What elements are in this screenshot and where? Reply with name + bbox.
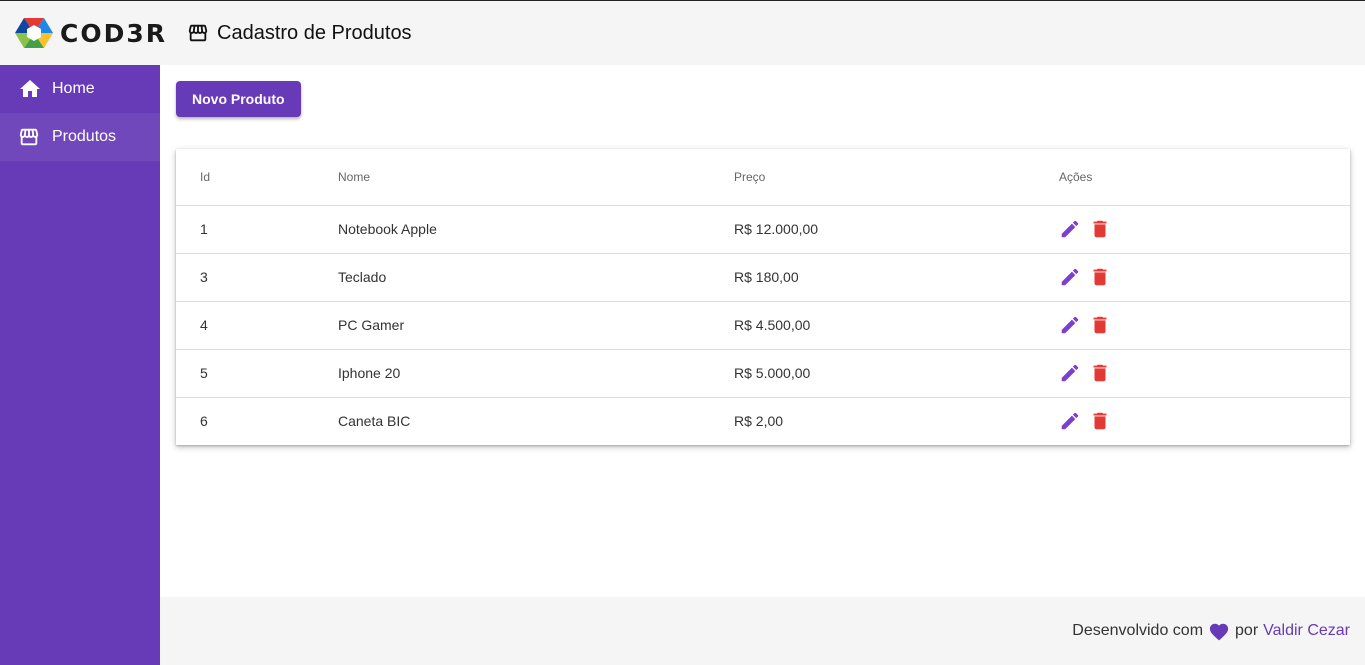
- column-header-preco: Preço: [710, 149, 1035, 206]
- page-header: Cadastro de Produtos: [187, 22, 412, 45]
- cell-id: 1: [176, 205, 314, 254]
- cell-preco: R$ 5.000,00: [710, 349, 1035, 398]
- cell-id: 3: [176, 253, 314, 302]
- delete-icon[interactable]: [1089, 266, 1111, 288]
- table-row: 4 PC Gamer R$ 4.500,00: [176, 301, 1350, 350]
- main-content: Novo Produto Id Nome Preço Ações 1 Notebo…: [160, 65, 1365, 597]
- delete-icon[interactable]: [1089, 410, 1111, 432]
- edit-icon[interactable]: [1059, 266, 1081, 288]
- column-header-acoes: Ações: [1035, 149, 1350, 206]
- delete-icon[interactable]: [1089, 218, 1111, 240]
- table-row: 3 Teclado R$ 180,00: [176, 253, 1350, 302]
- sidebar: Home Produtos: [0, 65, 160, 665]
- delete-icon[interactable]: [1089, 362, 1111, 384]
- heart-icon: [1208, 621, 1230, 641]
- logo[interactable]: COD3R: [14, 16, 167, 50]
- sidebar-item-label: Produtos: [52, 128, 117, 145]
- cell-nome: Iphone 20: [314, 349, 710, 398]
- page-title: Cadastro de Produtos: [217, 21, 412, 44]
- sidebar-item-label: Home: [52, 80, 95, 97]
- cell-preco: R$ 4.500,00: [710, 301, 1035, 350]
- delete-icon[interactable]: [1089, 314, 1111, 336]
- logo-text: COD3R: [60, 18, 167, 48]
- cell-nome: PC Gamer: [314, 301, 710, 350]
- table-row: 6 Caneta BIC R$ 2,00: [176, 397, 1350, 445]
- cell-preco: R$ 2,00: [734, 413, 784, 430]
- home-icon: [18, 77, 42, 101]
- cell-nome: Notebook Apple: [314, 205, 710, 254]
- edit-icon[interactable]: [1059, 362, 1081, 384]
- edit-icon[interactable]: [1059, 218, 1081, 240]
- edit-icon[interactable]: [1059, 410, 1081, 432]
- products-table: Id Nome Preço Ações 1 Notebook Apple R$ 12…: [176, 149, 1350, 445]
- cell-nome: Caneta BIC: [338, 413, 411, 430]
- cell-acoes: [1035, 397, 1350, 445]
- cell-preco: R$ 12.000,00: [710, 205, 1035, 254]
- storefront-icon: [18, 125, 42, 149]
- column-header-nome: Nome: [314, 149, 710, 206]
- column-header-id: Id: [176, 149, 314, 206]
- app-header: COD3R Cadastro de Produtos: [0, 0, 1365, 65]
- author-link[interactable]: Valdir Cezar: [1263, 622, 1350, 640]
- cell-acoes: [1035, 253, 1350, 302]
- cell-acoes: [1035, 349, 1350, 398]
- storefront-icon: [188, 24, 208, 42]
- table-header-row: Id Nome Preço Ações: [176, 149, 1350, 206]
- cell-id: 4: [176, 301, 314, 350]
- new-product-button[interactable]: Novo Produto: [176, 81, 301, 117]
- cell-acoes: [1035, 205, 1350, 254]
- footer-middle: por: [1235, 622, 1259, 639]
- sidebar-item-home[interactable]: Home: [0, 65, 160, 113]
- cell-id: 6: [200, 413, 208, 430]
- cell-preco: R$ 180,00: [710, 253, 1035, 302]
- sidebar-item-produtos[interactable]: Produtos: [0, 113, 160, 161]
- cell-id: 5: [176, 349, 314, 398]
- products-table-card: Id Nome Preço Ações 1 Notebook Apple R$ 12…: [176, 149, 1350, 445]
- footer: Desenvolvido com por Valdir Cezar: [160, 597, 1365, 665]
- cell-nome: Teclado: [314, 253, 710, 302]
- footer-prefix: Desenvolvido com: [1072, 622, 1204, 639]
- table-row: 1 Notebook Apple R$ 12.000,00: [176, 205, 1350, 254]
- table-row: 5 Iphone 20 R$ 5.000,00: [176, 349, 1350, 398]
- edit-icon[interactable]: [1059, 314, 1081, 336]
- logo-hexagon-icon: [15, 18, 53, 48]
- cell-acoes: [1035, 301, 1350, 350]
